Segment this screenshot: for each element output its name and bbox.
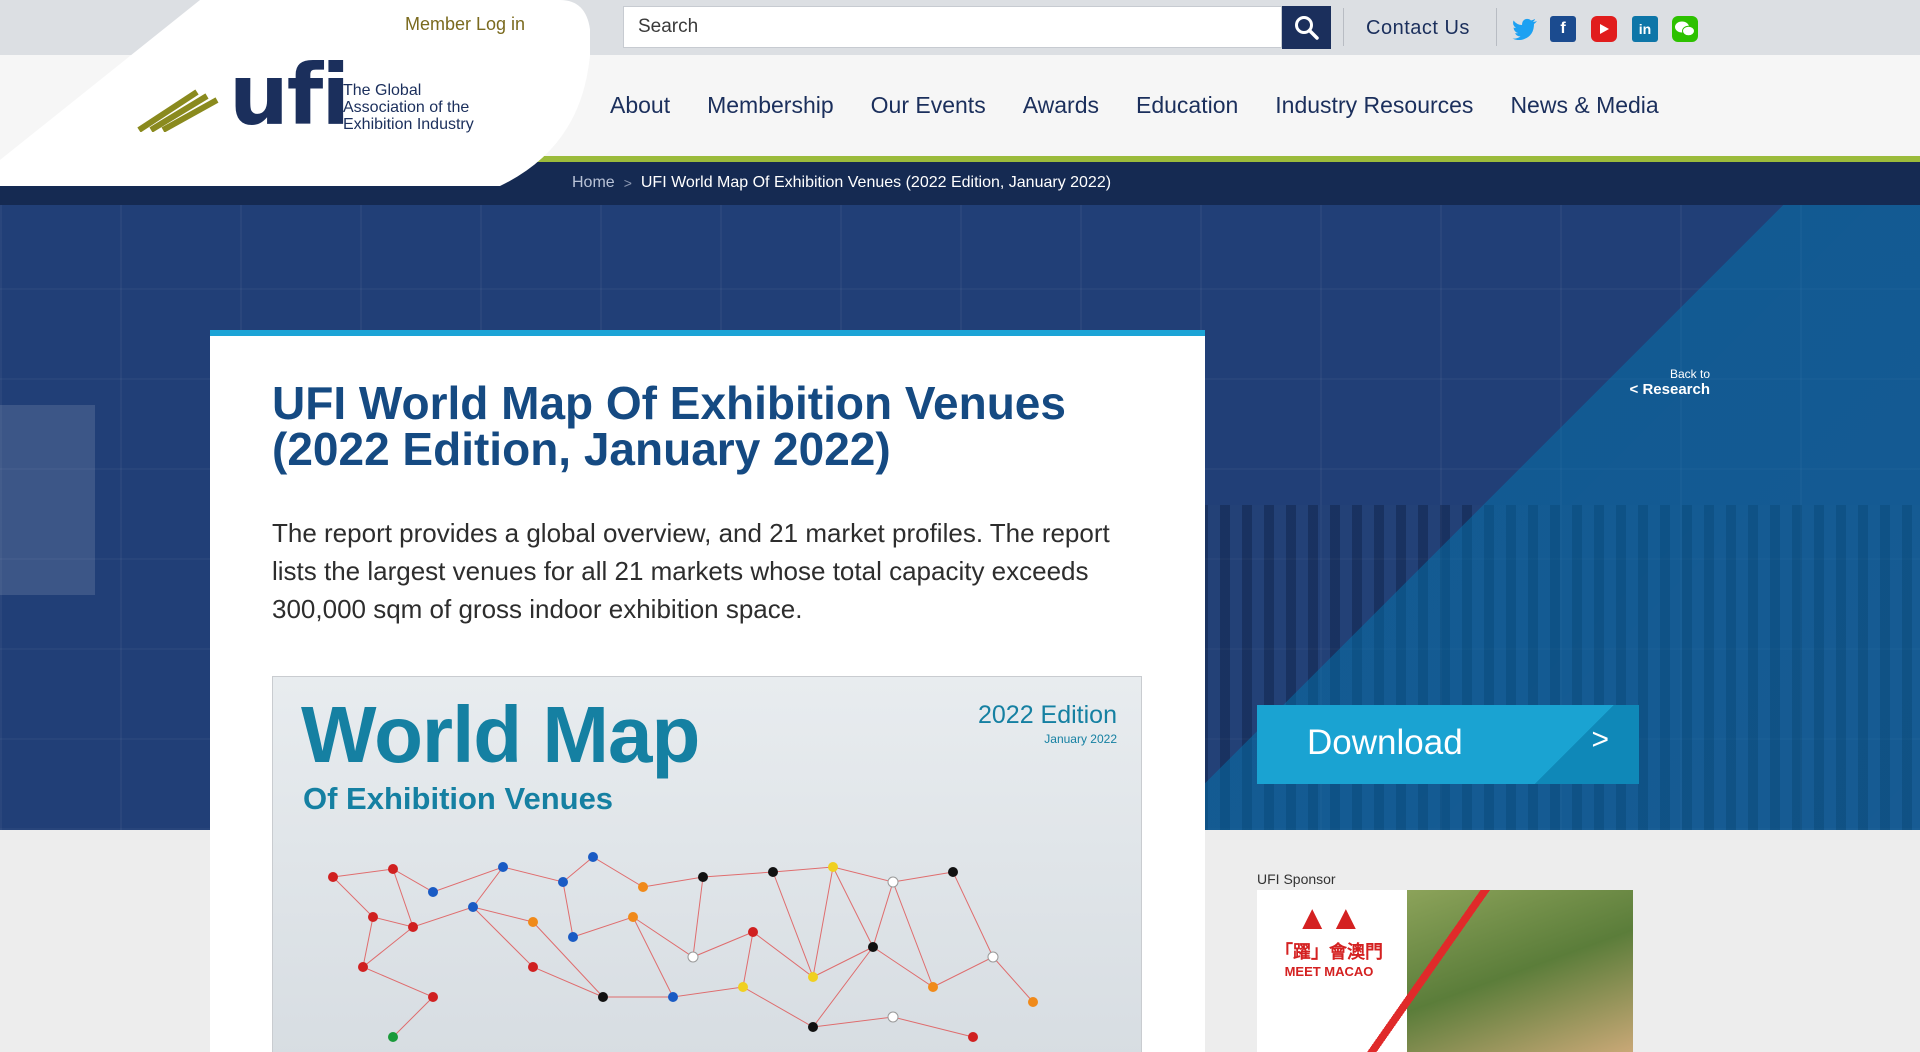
sponsor-banner[interactable]: ▲▲ 「躍」會澳門 MEET MACAO xyxy=(1257,890,1633,1052)
facebook-icon[interactable]: f xyxy=(1550,16,1576,42)
report-cover-image[interactable]: World Map Of Exhibition Venues 2022 Edit… xyxy=(272,676,1142,1052)
nav-news-media[interactable]: News & Media xyxy=(1510,92,1658,119)
meet-macao-logo: ▲▲ 「躍」會澳門 MEET MACAO xyxy=(1269,898,1389,979)
breadcrumb: Home > UFI World Map Of Exhibition Venue… xyxy=(572,174,1111,192)
logo-swoosh-icon xyxy=(137,89,219,132)
wechat-icon[interactable] xyxy=(1672,16,1698,42)
page-title: UFI World Map Of Exhibition Venues (2022… xyxy=(272,377,1066,475)
ufi-logo[interactable]: ufi The Global Association of the Exhibi… xyxy=(137,46,497,144)
nav-education[interactable]: Education xyxy=(1136,92,1238,119)
sponsor-brand-cn: 「躍」會澳門 xyxy=(1275,942,1383,962)
member-login-link[interactable]: Member Log in xyxy=(405,14,525,35)
breadcrumb-home[interactable]: Home xyxy=(572,174,615,192)
search-input[interactable] xyxy=(624,7,1282,47)
hero-screen-shape xyxy=(0,405,95,595)
pin-network-illustration xyxy=(328,852,1038,1042)
back-to-label: Back to xyxy=(1669,367,1710,381)
nav-membership[interactable]: Membership xyxy=(707,92,834,119)
cover-date: January 2022 xyxy=(1044,732,1117,746)
breadcrumb-current: UFI World Map Of Exhibition Venues (2022… xyxy=(640,174,1112,191)
download-button[interactable]: Download > xyxy=(1257,705,1639,784)
back-to-research-link[interactable]: Back to < Research xyxy=(1620,367,1710,399)
divider xyxy=(1343,8,1344,46)
sponsor-label: UFI Sponsor xyxy=(1257,871,1336,887)
nav-industry-resources[interactable]: Industry Resources xyxy=(1275,92,1473,119)
logo-panel: Member Log in ufi The Global Association… xyxy=(0,0,590,186)
contact-us-link[interactable]: Contact Us xyxy=(1366,17,1470,40)
nav-about[interactable]: About xyxy=(610,92,670,119)
cover-title: World Map xyxy=(301,690,700,779)
cover-edition: 2022 Edition xyxy=(977,701,1117,729)
logo-tagline: The Global Association of the Exhibition… xyxy=(343,82,474,133)
main-nav: About Membership Our Events Awards Educa… xyxy=(610,92,1696,119)
report-description: The report provides a global overview, a… xyxy=(272,518,1110,624)
meet-macao-mark-icon: ▲▲ xyxy=(1295,899,1363,937)
nav-awards[interactable]: Awards xyxy=(1023,92,1099,119)
linkedin-icon[interactable]: in xyxy=(1632,16,1658,42)
youtube-icon[interactable] xyxy=(1591,16,1617,42)
logo-wordmark: ufi xyxy=(229,46,350,144)
site-header: Member Log in ufi The Global Association… xyxy=(0,0,1920,205)
chevron-right-icon: > xyxy=(1591,723,1609,756)
cover-subtitle: Of Exhibition Venues xyxy=(303,781,614,816)
search-button[interactable] xyxy=(1282,6,1331,49)
twitter-icon[interactable] xyxy=(1512,16,1538,42)
divider xyxy=(1496,8,1497,46)
download-label: Download xyxy=(1307,723,1463,762)
nav-our-events[interactable]: Our Events xyxy=(871,92,986,119)
chevron-left-icon: < xyxy=(1629,381,1643,398)
report-card: UFI World Map Of Exhibition Venues (2022… xyxy=(210,330,1205,1052)
chevron-right-icon: > xyxy=(623,175,632,191)
search-icon xyxy=(1294,15,1319,40)
back-to-target: < Research xyxy=(1629,381,1710,398)
sponsor-brand-en: MEET MACAO xyxy=(1284,964,1374,979)
search-box xyxy=(623,6,1331,49)
